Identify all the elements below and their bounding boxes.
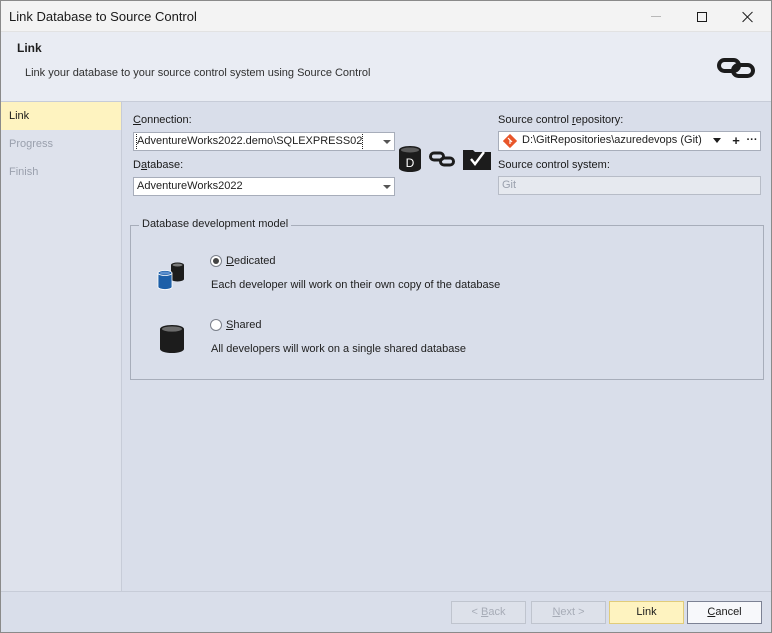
window-title: Link Database to Source Control bbox=[9, 9, 197, 24]
page-subtitle: Link your database to your source contro… bbox=[25, 67, 371, 79]
close-icon bbox=[742, 11, 754, 23]
repository-value: D:\GitRepositories\azuredevops (Git) bbox=[522, 134, 702, 146]
database-icon: D bbox=[399, 146, 421, 172]
cancel-button[interactable]: Cancel bbox=[687, 601, 762, 624]
maximize-button[interactable] bbox=[679, 1, 725, 32]
maximize-icon bbox=[697, 11, 707, 22]
dialog-window: Link Database to Source Control Link Lin… bbox=[0, 0, 772, 633]
chain-link-icon bbox=[429, 151, 455, 167]
add-repository-button[interactable]: + bbox=[729, 132, 743, 149]
step-progress: Progress bbox=[9, 138, 54, 150]
repository-dropdown[interactable]: D:\GitRepositories\azuredevops (Git) + ·… bbox=[498, 131, 761, 151]
more-options-button[interactable]: ··· bbox=[744, 132, 760, 149]
system-value: Git bbox=[502, 179, 517, 191]
title-bar: Link Database to Source Control bbox=[1, 1, 771, 32]
minimize-icon bbox=[651, 16, 661, 17]
database-value: AdventureWorks2022 bbox=[137, 180, 243, 192]
close-button[interactable] bbox=[725, 1, 771, 32]
repository-label: Source control repository: bbox=[498, 114, 624, 126]
shared-database-icon bbox=[160, 325, 184, 353]
shared-description: All developers will work on a single sha… bbox=[211, 343, 466, 355]
source-control-icon bbox=[463, 150, 491, 170]
back-button[interactable]: < Back bbox=[451, 601, 526, 624]
shared-label[interactable]: Shared bbox=[226, 319, 261, 331]
system-field: Git bbox=[498, 176, 761, 195]
group-title: Database development model bbox=[139, 218, 292, 230]
step-finish: Finish bbox=[9, 166, 39, 178]
chevron-down-icon[interactable] bbox=[713, 138, 721, 143]
step-link[interactable]: Link bbox=[1, 102, 121, 130]
shared-radio[interactable] bbox=[210, 319, 222, 331]
database-label: Database: bbox=[133, 159, 184, 171]
dialog-footer: < Back Next > Link Cancel bbox=[1, 591, 771, 632]
dedicated-label[interactable]: Dedicated bbox=[226, 255, 276, 267]
dev-model-group: Database development model Dedicated Eac… bbox=[130, 218, 764, 380]
chevron-down-icon bbox=[383, 140, 391, 144]
link-button[interactable]: Link bbox=[609, 601, 684, 624]
main-panel: Connection: AdventureWorks2022.demo\SQLE… bbox=[123, 102, 771, 591]
header-banner: Link Link your database to your source c… bbox=[1, 32, 771, 102]
page-title: Link bbox=[17, 41, 42, 55]
connection-value: AdventureWorks2022.demo\SQLEXPRESS02 bbox=[135, 133, 364, 150]
connection-label: Connection: bbox=[133, 114, 192, 126]
database-dropdown[interactable]: AdventureWorks2022 bbox=[133, 177, 395, 196]
connection-dropdown[interactable]: AdventureWorks2022.demo\SQLEXPRESS02 bbox=[133, 132, 395, 151]
chain-link-icon bbox=[717, 58, 755, 78]
dedicated-databases-icon bbox=[157, 262, 184, 290]
dedicated-radio[interactable] bbox=[210, 255, 222, 267]
database-letter: D bbox=[406, 156, 415, 170]
dedicated-description: Each developer will work on their own co… bbox=[211, 279, 501, 291]
minimize-button[interactable] bbox=[633, 1, 679, 32]
next-button[interactable]: Next > bbox=[531, 601, 606, 624]
wizard-steps: Link Progress Finish bbox=[1, 102, 122, 591]
system-label: Source control system: bbox=[498, 159, 610, 171]
chevron-down-icon bbox=[383, 185, 391, 189]
git-icon bbox=[503, 134, 517, 148]
